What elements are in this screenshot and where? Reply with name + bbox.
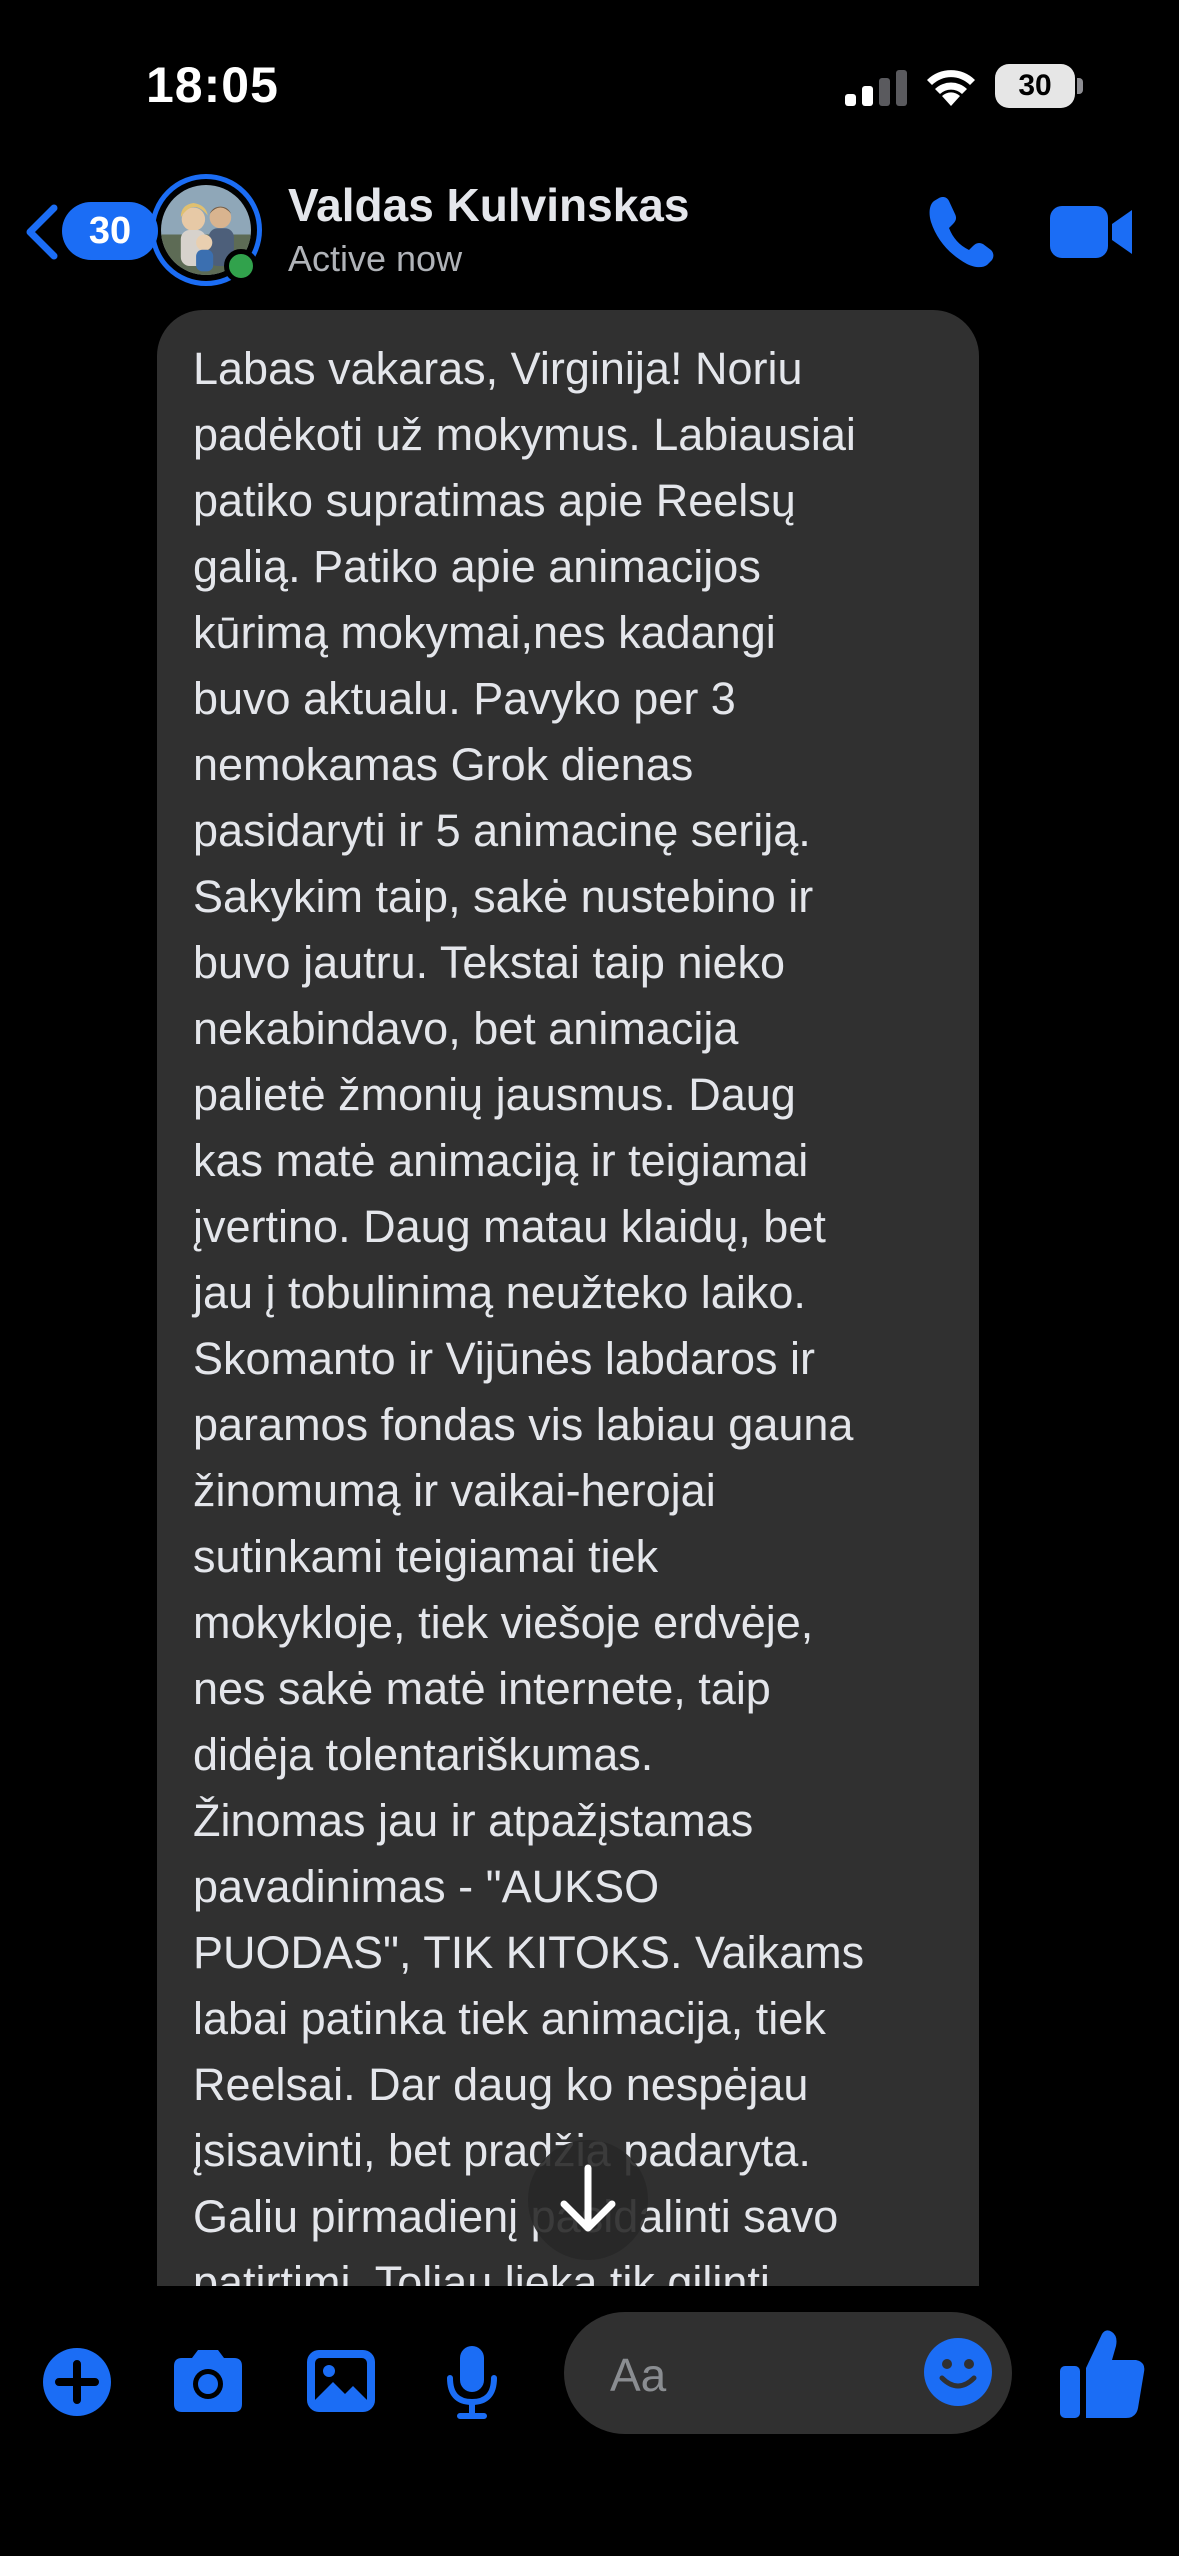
message-line: jau į tobulinimą neužteko laiko.	[193, 1267, 806, 1318]
message-line: patiko supratimas apie Reelsų	[193, 475, 796, 526]
contact-name[interactable]: Valdas Kulvinskas	[288, 178, 689, 232]
status-bar: 18:05 30	[0, 0, 1179, 150]
camera-icon[interactable]	[168, 2342, 248, 2422]
message-line: nes sakė matė internete, taip	[193, 1663, 771, 1714]
plus-circle-icon[interactable]	[37, 2342, 117, 2422]
message-line: kūrimą mokymai,nes kadangi	[193, 607, 776, 658]
message-line: buvo aktualu. Pavyko per 3	[193, 673, 736, 724]
message-line: Reelsai. Dar daug ko nespėjau	[193, 2059, 809, 2110]
message-line: paramos fondas vis labiau gauna	[193, 1399, 854, 1450]
message-line: labai patinka tiek animacija, tiek	[193, 1993, 826, 2044]
message-input-placeholder: Aa	[610, 2349, 667, 2401]
wifi-icon	[927, 70, 975, 106]
message-line: žinomumą ir vaikai-herojai	[193, 1465, 716, 1516]
video-camera-icon[interactable]	[1050, 202, 1134, 262]
online-status-dot	[224, 249, 258, 283]
message-line: Sakykim taip, sakė nustebino ir	[193, 871, 814, 922]
message-line: pasidaryti ir 5 animacinę seriją.	[193, 805, 811, 856]
microphone-icon[interactable]	[432, 2342, 512, 2422]
message-line: buvo jautru. Tekstai taip nieko	[193, 937, 786, 988]
message-line: nekabindavo, bet animacija	[193, 1003, 739, 1054]
phone-icon[interactable]	[925, 194, 995, 268]
message-line: Skomanto ir Vijūnės labdaros ir	[193, 1333, 815, 1384]
message-line: galią. Patiko apie animacijos	[193, 541, 761, 592]
cellular-signal-icon	[845, 70, 907, 106]
message-text: Labas vakaras, Virginija! Noriu padėkoti …	[193, 336, 953, 2286]
message-line: padėkoti už mokymus. Labiausiai	[193, 409, 856, 460]
unread-count-badge: 30	[62, 202, 158, 260]
message-line: įvertino. Daug matau klaidų, bet	[193, 1201, 826, 1252]
message-line: palietė žmonių jausmus. Daug	[193, 1069, 796, 1120]
presence-status: Active now	[288, 238, 463, 279]
message-line: pavadinimas - "AUKSO	[193, 1861, 660, 1912]
gallery-icon[interactable]	[301, 2342, 381, 2422]
message-line: mokykloje, tiek viešoje erdvėje,	[193, 1597, 814, 1648]
message-line: didėja tolentariškumas.	[193, 1729, 654, 1780]
message-composer: Aa	[0, 2286, 1179, 2556]
emoji-icon[interactable]	[922, 2336, 994, 2408]
back-button[interactable]: 30	[22, 198, 158, 264]
message-line: Žinomas jau ir atpažįstamas	[193, 1795, 754, 1846]
battery-cap	[1077, 78, 1083, 94]
message-bubble[interactable]: Labas vakaras, Virginija! Noriu padėkoti …	[157, 310, 979, 2286]
battery-level: 30	[995, 64, 1075, 108]
arrow-down-icon	[560, 2164, 616, 2232]
message-line: kas matė animaciją ir teigiamai	[193, 1135, 809, 1186]
message-line: nemokamas Grok dienas	[193, 739, 694, 790]
message-line: Labas vakaras, Virginija! Noriu	[193, 343, 803, 394]
thumbs-up-icon[interactable]	[1058, 2328, 1148, 2422]
message-list[interactable]: Labas vakaras, Virginija! Noriu padėkoti …	[0, 310, 1179, 2286]
message-line: PUODAS", TIK KITOKS. Vaikams	[193, 1927, 865, 1978]
chevron-left-icon	[26, 204, 58, 260]
status-time: 18:05	[146, 57, 279, 113]
battery-indicator: 30	[995, 64, 1085, 108]
message-line: sutinkami teigiamai tiek	[193, 1531, 659, 1582]
chat-header: 30 Valdas Kulvinskas Active now	[0, 150, 1179, 310]
message-input[interactable]: Aa	[564, 2312, 1012, 2434]
scroll-to-bottom-button[interactable]	[528, 2140, 648, 2260]
